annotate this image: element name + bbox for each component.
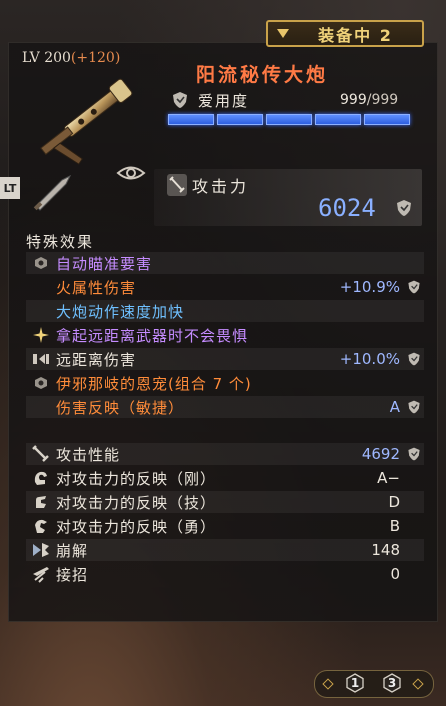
stat-value: B (389, 517, 400, 535)
affinity-segment (217, 114, 263, 125)
stat-row[interactable]: 对攻击力的反映（勇） B (26, 515, 424, 537)
affinity-value: 999/999 (340, 92, 398, 108)
shield-icon (404, 351, 424, 367)
stat-value: A− (377, 469, 400, 487)
stat-row[interactable]: 对攻击力的反映（技） D (26, 491, 424, 513)
affinity-segment (315, 114, 361, 125)
stat-label: 攻击性能 (56, 445, 121, 464)
page-number-2: 3 (387, 676, 397, 690)
stat-row[interactable]: 对攻击力的反映（刚） A− (26, 467, 424, 489)
sparkle-icon (26, 327, 56, 343)
equip-status-label: 装备中 2 (318, 25, 393, 45)
effect-value: +10.9% (339, 278, 400, 296)
affinity-segment (266, 114, 312, 125)
hex-gem-icon (26, 376, 56, 390)
attack-value: 6024 (318, 194, 376, 222)
stat-row[interactable]: 崩解 148 (26, 539, 424, 561)
effect-label: 伤害反映（敏捷） (56, 398, 185, 417)
effect-label: 自动瞄准要害 (56, 254, 153, 273)
stat-value: 4692 (361, 445, 400, 463)
hex-gem-icon (26, 256, 56, 270)
special-effects-title: 特殊效果 (26, 233, 95, 251)
effect-row[interactable]: 拿起远距离武器时不会畏惧 (26, 324, 424, 346)
eye-icon[interactable] (116, 162, 146, 184)
affinity-max: /999 (366, 92, 399, 108)
strength-fist-icon (26, 468, 56, 488)
equip-status-badge[interactable]: 装备中 2 (266, 20, 424, 47)
bow-icon (26, 352, 56, 366)
affinity-bar (168, 114, 410, 125)
page-button-1[interactable]: 1 (345, 673, 365, 693)
stat-label: 对攻击力的反映（技） (56, 493, 217, 512)
parry-icon (26, 564, 56, 584)
stat-label: 接招 (56, 565, 89, 584)
weapon-name: 阳流秘传大炮 (196, 64, 329, 86)
effect-row[interactable]: 大炮动作速度加快 (26, 300, 424, 322)
sword-icon (167, 174, 187, 196)
attack-label: 攻击力 (192, 177, 250, 196)
shield-icon (397, 200, 411, 216)
lt-button[interactable]: LT (0, 177, 20, 199)
effect-value: A (389, 398, 400, 416)
effect-row[interactable]: 伊邪那岐的恩宠(组合 7 个) (26, 372, 424, 394)
shield-icon (173, 92, 187, 108)
shield-icon (404, 279, 424, 295)
sword-icon (26, 444, 56, 464)
effect-row[interactable]: 远距离伤害 +10.0% (26, 348, 424, 370)
stat-row[interactable]: 接招 0 (26, 563, 424, 585)
effect-label: 拿起远距离武器时不会畏惧 (56, 326, 249, 345)
effect-row[interactable]: 自动瞄准要害 (26, 252, 424, 274)
knife-icon (33, 174, 72, 211)
effect-label: 远距离伤害 (56, 350, 137, 369)
effect-row[interactable]: 伤害反映（敏捷） A (26, 396, 424, 418)
affinity-segment (364, 114, 410, 125)
stat-label: 对攻击力的反映（刚） (56, 469, 217, 488)
shield-icon (404, 399, 424, 415)
effect-label: 火属性伤害 (56, 278, 137, 297)
effect-row[interactable]: 火属性伤害 +10.9% (26, 276, 424, 298)
stat-value: 0 (390, 565, 400, 583)
stat-row[interactable]: 攻击性能 4692 (26, 443, 424, 465)
page-number-1: 1 (350, 676, 360, 690)
effect-value: +10.0% (339, 350, 400, 368)
stat-value: D (388, 493, 400, 511)
skill-hand-icon (26, 492, 56, 512)
effect-label: 大炮动作速度加快 (56, 302, 185, 321)
affinity-label: 爱用度 (198, 92, 250, 110)
affinity-current: 999 (340, 92, 367, 108)
break-icon (26, 540, 56, 560)
courage-icon (26, 516, 56, 536)
triangle-down-icon (277, 29, 289, 38)
affinity-segment (168, 114, 214, 125)
effect-label: 伊邪那岐的恩宠(组合 7 个) (56, 374, 252, 393)
page-button-2[interactable]: 3 (382, 673, 402, 693)
stat-value: 148 (371, 541, 400, 559)
stat-label: 崩解 (56, 541, 89, 560)
stat-label: 对攻击力的反映（勇） (56, 517, 217, 536)
shield-icon (404, 446, 424, 462)
